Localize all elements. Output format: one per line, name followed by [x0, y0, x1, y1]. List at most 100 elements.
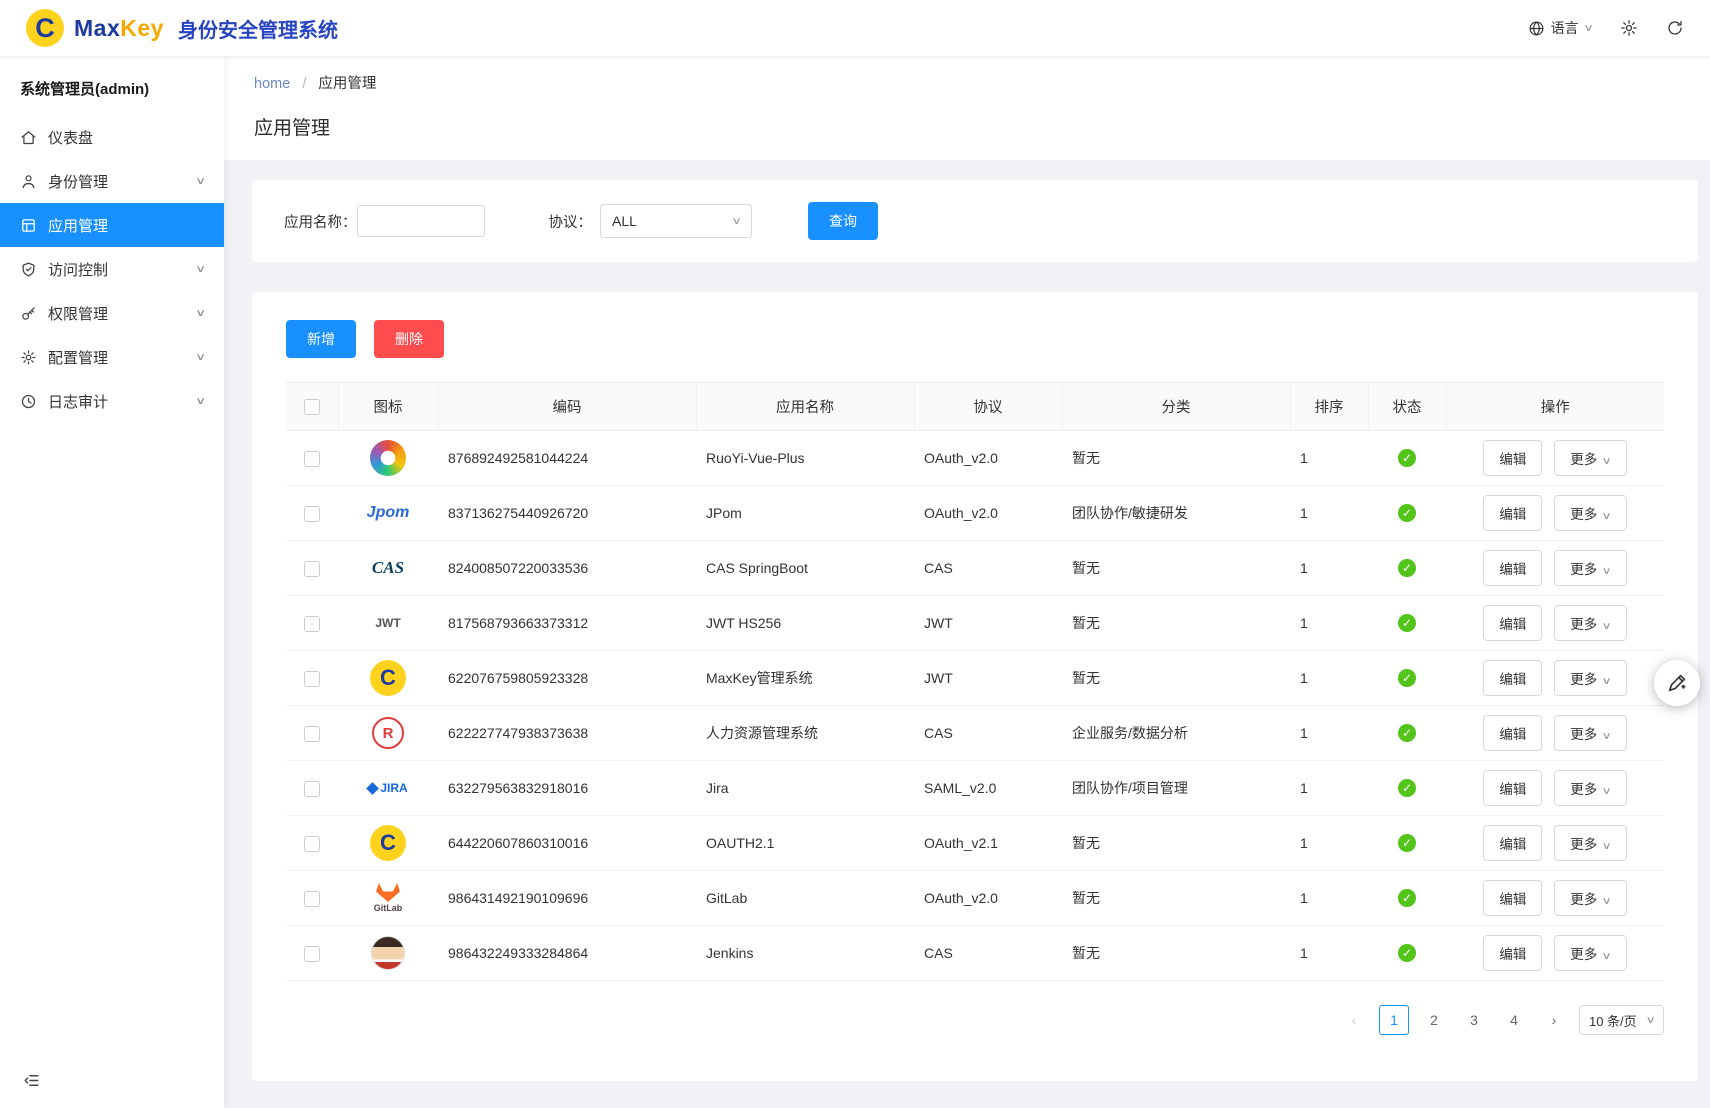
app-sort: 1	[1290, 706, 1368, 761]
app-code: 622227747938373638	[438, 706, 696, 761]
edit-button[interactable]: 编辑	[1483, 715, 1542, 751]
app-category: 暂无	[1062, 541, 1290, 596]
main-layout: 系统管理员(admin) 仪表盘 身份管理 ∨ 应用管理 访问控制 ∨	[0, 56, 1710, 1108]
app-name: CAS SpringBoot	[696, 541, 914, 596]
chevron-down-icon: ∨	[1602, 841, 1612, 852]
breadcrumb-current: 应用管理	[318, 76, 376, 92]
row-checkbox[interactable]	[304, 616, 320, 632]
previous-page-button[interactable]: ‹	[1339, 1005, 1369, 1035]
content-area: home / 应用管理 应用管理 应用名称： 协议： ALL ∨ 查询 新增	[224, 56, 1710, 1108]
more-button[interactable]: 更多∨	[1554, 825, 1626, 861]
chevron-down-icon: ∨	[1602, 511, 1612, 522]
row-checkbox[interactable]	[304, 891, 320, 907]
next-page-button[interactable]: ›	[1539, 1005, 1569, 1035]
edit-button[interactable]: 编辑	[1483, 550, 1542, 586]
app-code: 876892492581044224	[438, 431, 696, 486]
app-name: Jenkins	[696, 926, 914, 981]
more-button[interactable]: 更多∨	[1554, 880, 1626, 916]
sidebar-item-label: 身份管理	[48, 171, 108, 192]
sidebar-item-permissions[interactable]: 权限管理 ∨	[0, 291, 224, 335]
row-checkbox[interactable]	[304, 781, 320, 797]
maxkey-logo-letter: C	[35, 15, 55, 42]
add-button[interactable]: 新增	[286, 320, 356, 358]
edit-button[interactable]: 编辑	[1483, 935, 1542, 971]
edit-button[interactable]: 编辑	[1483, 495, 1542, 531]
more-label: 更多	[1570, 562, 1597, 577]
delete-button[interactable]: 删除	[374, 320, 444, 358]
status-enabled-icon: ✓	[1398, 889, 1416, 907]
breadcrumb-home-link[interactable]: home	[254, 76, 290, 92]
more-button[interactable]: 更多∨	[1554, 660, 1626, 696]
jira-logo: JIRA	[367, 767, 409, 809]
row-checkbox[interactable]	[304, 946, 320, 962]
sidebar-item-label: 权限管理	[48, 303, 108, 324]
app-protocol: OAuth_v2.0	[914, 431, 1062, 486]
app-name-label: 应用名称：	[284, 211, 357, 232]
row-checkbox[interactable]	[304, 836, 320, 852]
table-row: JWT 817568793663373312 JWT HS256 JWT 暂无 …	[286, 596, 1664, 651]
brand-name: MaxKey	[74, 15, 164, 42]
language-switcher[interactable]: 语言 ∨	[1528, 18, 1592, 38]
app-sort: 1	[1290, 871, 1368, 926]
sidebar-item-access-control[interactable]: 访问控制 ∨	[0, 247, 224, 291]
jpom-logo: Jpom	[367, 492, 409, 534]
table-row: Jpom 837136275440926720 JPom OAuth_v2.0 …	[286, 486, 1664, 541]
protocol-select[interactable]: ALL ∨	[600, 204, 752, 238]
app-protocol: JWT	[914, 651, 1062, 706]
page-button-1[interactable]: 1	[1379, 1005, 1409, 1035]
sidebar-menu: 仪表盘 身份管理 ∨ 应用管理 访问控制 ∨ 权限管理 ∨	[0, 115, 224, 423]
more-button[interactable]: 更多∨	[1554, 440, 1626, 476]
settings-button[interactable]	[1620, 19, 1638, 37]
app-protocol: CAS	[914, 706, 1062, 761]
app-name-input[interactable]	[357, 205, 485, 237]
collapse-sidebar-button[interactable]	[0, 1053, 224, 1108]
apps-icon	[20, 217, 37, 234]
select-all-checkbox[interactable]	[304, 399, 320, 415]
logout-button[interactable]	[1666, 19, 1684, 37]
search-button[interactable]: 查询	[808, 202, 878, 240]
more-button[interactable]: 更多∨	[1554, 715, 1626, 751]
edit-button[interactable]: 编辑	[1483, 660, 1542, 696]
jenkins-logo	[371, 936, 405, 970]
sidebar-item-identity[interactable]: 身份管理 ∨	[0, 159, 224, 203]
table-toolbar: 新增 删除	[286, 320, 1664, 358]
page-button-2[interactable]: 2	[1419, 1005, 1449, 1035]
edit-button[interactable]: 编辑	[1483, 770, 1542, 806]
app-code: 837136275440926720	[438, 486, 696, 541]
row-checkbox[interactable]	[304, 506, 320, 522]
more-button[interactable]: 更多∨	[1554, 605, 1626, 641]
column-header-code: 编码	[438, 383, 696, 431]
row-checkbox[interactable]	[304, 726, 320, 742]
app-category: 暂无	[1062, 651, 1290, 706]
sidebar-item-dashboard[interactable]: 仪表盘	[0, 115, 224, 159]
app-name: JPom	[696, 486, 914, 541]
more-button[interactable]: 更多∨	[1554, 770, 1626, 806]
status-enabled-icon: ✓	[1398, 779, 1416, 797]
maxkey-app-logo: C	[370, 825, 406, 861]
more-button[interactable]: 更多∨	[1554, 550, 1626, 586]
applications-panel: 新增 删除 图标 编码 应用名称 协议 分类 排序 状态 操作	[252, 292, 1698, 1081]
floating-tool-button[interactable]	[1654, 660, 1700, 706]
page-button-4[interactable]: 4	[1499, 1005, 1529, 1035]
logout-icon	[1666, 19, 1684, 37]
chevron-down-icon: ∨	[195, 264, 206, 275]
app-name: GitLab	[696, 871, 914, 926]
edit-button[interactable]: 编辑	[1483, 605, 1542, 641]
edit-button[interactable]: 编辑	[1483, 880, 1542, 916]
edit-button[interactable]: 编辑	[1483, 440, 1542, 476]
more-button[interactable]: 更多∨	[1554, 935, 1626, 971]
row-checkbox[interactable]	[304, 671, 320, 687]
sidebar-item-audit-log[interactable]: 日志审计 ∨	[0, 379, 224, 423]
app-sort: 1	[1290, 816, 1368, 871]
page-size-select[interactable]: 10 条/页 ∨	[1579, 1005, 1664, 1035]
sidebar-item-applications[interactable]: 应用管理	[0, 203, 224, 247]
shield-check-icon	[20, 261, 37, 278]
row-checkbox[interactable]	[304, 561, 320, 577]
sidebar-item-configuration[interactable]: 配置管理 ∨	[0, 335, 224, 379]
chevron-down-icon: ∨	[195, 352, 206, 363]
more-button[interactable]: 更多∨	[1554, 495, 1626, 531]
edit-button[interactable]: 编辑	[1483, 825, 1542, 861]
page-button-3[interactable]: 3	[1459, 1005, 1489, 1035]
app-protocol: OAuth_v2.0	[914, 486, 1062, 541]
row-checkbox[interactable]	[304, 451, 320, 467]
